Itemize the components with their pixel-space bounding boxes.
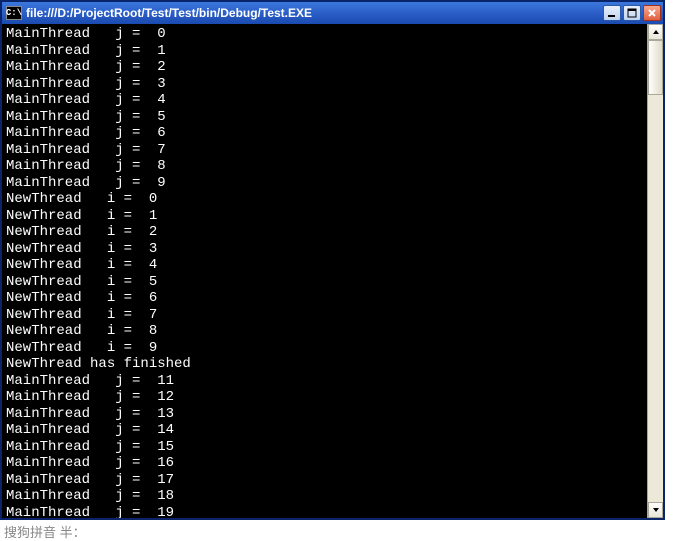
arrow-up-icon (652, 28, 660, 36)
console-icon: C:\ (6, 6, 22, 20)
minimize-button[interactable] (603, 5, 621, 21)
ime-status: 搜狗拼音 半： (4, 522, 86, 541)
arrow-down-icon (652, 506, 660, 514)
scroll-down-button[interactable] (648, 502, 663, 518)
window-title: file:///D:/ProjectRoot/Test/Test/bin/Deb… (26, 6, 603, 20)
scroll-up-button[interactable] (648, 24, 663, 40)
titlebar[interactable]: C:\ file:///D:/ProjectRoot/Test/Test/bin… (2, 2, 663, 24)
maximize-button[interactable] (623, 5, 641, 21)
window-controls (603, 5, 661, 21)
close-icon (647, 8, 657, 18)
close-button[interactable] (643, 5, 661, 21)
vertical-scrollbar[interactable] (647, 24, 663, 518)
minimize-icon (607, 8, 617, 18)
console-area: MainThread j = 0 MainThread j = 1 MainTh… (2, 24, 663, 518)
maximize-icon (627, 8, 637, 18)
scroll-thumb[interactable] (648, 40, 663, 95)
console-output: MainThread j = 0 MainThread j = 1 MainTh… (2, 24, 647, 518)
console-window: C:\ file:///D:/ProjectRoot/Test/Test/bin… (0, 0, 665, 520)
scroll-track[interactable] (648, 40, 663, 502)
